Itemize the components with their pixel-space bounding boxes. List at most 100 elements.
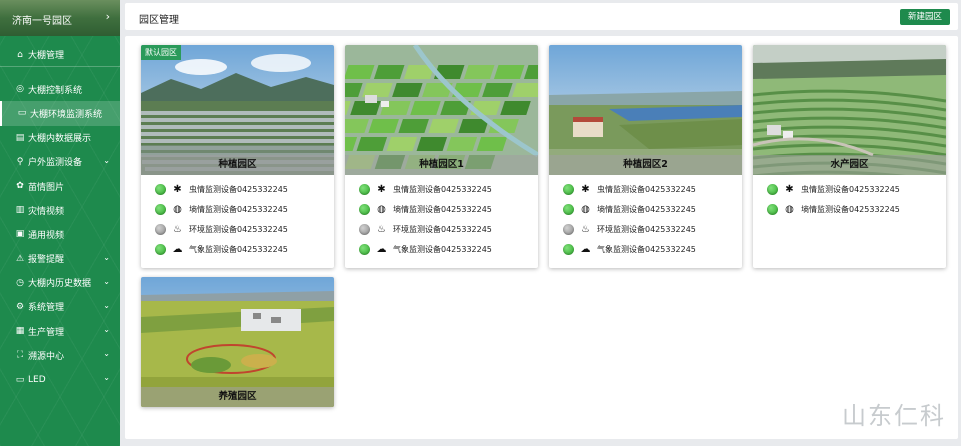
park-name: 种植园区1: [345, 155, 538, 175]
status-dot-icon: [563, 203, 574, 215]
bug-icon: ✱: [377, 183, 386, 195]
device-label: 虫情监测设备0425332245: [189, 184, 288, 194]
device-row[interactable]: ♨ 环境监测设备0425332245: [549, 219, 742, 239]
chevron-down-icon: ⌄: [103, 252, 110, 262]
device-row[interactable]: ✱ 虫情监测设备0425332245: [753, 179, 946, 199]
sidebar-item-label: 大棚环境监测系统: [30, 109, 103, 120]
status-dot-icon: [767, 183, 778, 195]
sidebar-menu: ⌂ 大棚管理 ◎ 大棚控制系统 ▭ 大棚环境监测系统 ▤ 大棚内数据展示 ⚲ 户外监测设备 ⌄ ✿ 苗情…: [0, 43, 120, 392]
device-row[interactable]: ✱ 虫情监测设备0425332245: [345, 179, 538, 199]
new-park-button[interactable]: 新建园区: [899, 9, 950, 25]
device-label: 墒情监测设备0425332245: [189, 204, 288, 214]
device-row[interactable]: ◍ 墒情监测设备0425332245: [345, 199, 538, 219]
video-icon: ▣: [15, 229, 25, 240]
device-label: 气象监测设备0425332245: [393, 244, 492, 254]
history-icon: ◷: [16, 277, 24, 288]
watermark: 山东仁科: [842, 402, 946, 430]
park-name: 种植园区2: [549, 155, 742, 175]
sidebar-item[interactable]: ◎ 大棚控制系统: [0, 77, 120, 101]
device-list: ✱ 虫情监测设备0425332245 ◍ 墒情监测设备0425332245: [753, 175, 946, 219]
sidebar-item[interactable]: ✿ 苗情图片: [0, 174, 120, 198]
seedling-icon: ✿: [16, 181, 24, 192]
device-row[interactable]: ✱ 虫情监测设备0425332245: [141, 179, 334, 199]
device-row[interactable]: ✱ 虫情监测设备0425332245: [549, 179, 742, 199]
weather-icon: ☁: [376, 243, 387, 255]
device-row[interactable]: ◍ 墒情监测设备0425332245: [141, 199, 334, 219]
chevron-down-icon: ⌄: [103, 300, 110, 310]
chevron-down-icon: ⌄: [103, 155, 110, 165]
chevron-down-icon: ⌄: [103, 325, 110, 335]
park-selector-label: 济南一号园区: [12, 16, 72, 27]
park-card[interactable]: 种植园区2 ✱ 虫情监测设备0425332245 ◍ 墒情监测设备0425332245 ♨…: [549, 45, 742, 268]
sidebar-item-label: 通用视频: [28, 230, 65, 241]
grid-icon: ▦: [15, 326, 25, 337]
sidebar-item[interactable]: ▦ 生产管理 ⌄: [0, 319, 120, 343]
sidebar-item[interactable]: ⌂ 大棚管理: [0, 43, 120, 68]
park-card[interactable]: 种植园区1 ✱ 虫情监测设备0425332245 ◍ 墒情监测设备0425332245 ♨…: [345, 45, 538, 268]
sidebar-item[interactable]: ▤ 大棚内数据展示: [0, 126, 120, 150]
weather-icon: ☁: [172, 243, 183, 255]
status-dot-icon: [155, 243, 166, 255]
sidebar-item[interactable]: ▥ 灾情视频: [0, 198, 120, 222]
sidebar-item[interactable]: ◷ 大棚内历史数据 ⌄: [0, 271, 120, 295]
settings-icon: ⚙: [15, 301, 25, 312]
park-selector[interactable]: 济南一号园区 ›: [0, 0, 120, 36]
sidebar-item-label: 报警提醒: [28, 255, 65, 266]
bug-icon: ✱: [173, 183, 182, 195]
device-label: 虫情监测设备0425332245: [597, 184, 696, 194]
outdoor-icon: ⚲: [16, 156, 24, 167]
device-row[interactable]: ☁ 气象监测设备0425332245: [549, 239, 742, 259]
park-photo: 种植园区 默认园区: [141, 45, 334, 175]
park-name: 水产园区: [753, 155, 946, 175]
device-list: ✱ 虫情监测设备0425332245 ◍ 墒情监测设备0425332245 ♨ 环境监测设…: [549, 175, 742, 259]
park-card[interactable]: 种植园区 默认园区 ✱ 虫情监测设备0425332245 ◍ 墒情监测设备04253322…: [141, 45, 334, 268]
sidebar-item[interactable]: ▭ LED ⌄: [0, 367, 120, 391]
device-row[interactable]: ◍ 墒情监测设备0425332245: [753, 199, 946, 219]
monitor-icon: ▭: [17, 108, 27, 119]
park-photo: 水产园区: [753, 45, 946, 175]
bug-icon: ✱: [581, 183, 590, 195]
sidebar-item[interactable]: ⚠ 报警提醒 ⌄: [0, 247, 120, 271]
sidebar-item[interactable]: ⛶ 溯源中心 ⌄: [0, 343, 120, 367]
device-row[interactable]: ☁ 气象监测设备0425332245: [141, 239, 334, 259]
sidebar-item-label: 苗情图片: [28, 182, 65, 193]
park-photo: 种植园区1: [345, 45, 538, 175]
device-row[interactable]: ☁ 气象监测设备0425332245: [345, 239, 538, 259]
sidebar-item-label: 户外监测设备: [28, 158, 83, 169]
device-label: 环境监测设备0425332245: [189, 224, 288, 234]
sidebar-item-label: 大棚控制系统: [28, 85, 83, 96]
trace-icon: ⛶: [16, 350, 24, 361]
park-card[interactable]: 养殖园区: [141, 277, 334, 407]
home-icon: ⌂: [17, 49, 23, 60]
device-row[interactable]: ◍ 墒情监测设备0425332245: [549, 199, 742, 219]
device-label: 虫情监测设备0425332245: [393, 184, 492, 194]
sidebar-item[interactable]: ▣ 通用视频: [0, 222, 120, 246]
soil-icon: ◍: [173, 203, 182, 215]
sidebar-item-label: 生产管理: [28, 327, 65, 338]
device-label: 环境监测设备0425332245: [597, 224, 696, 234]
status-dot-icon: [155, 223, 166, 235]
sidebar-item[interactable]: ⚲ 户外监测设备 ⌄: [0, 150, 120, 174]
chevron-right-icon: ›: [105, 10, 110, 23]
device-label: 气象监测设备0425332245: [189, 244, 288, 254]
alarm-icon: ⚠: [15, 253, 25, 264]
weather-icon: ☁: [580, 243, 591, 255]
status-dot-icon: [359, 203, 370, 215]
soil-icon: ◍: [581, 203, 590, 215]
park-card[interactable]: 水产园区 ✱ 虫情监测设备0425332245 ◍ 墒情监测设备0425332245: [753, 45, 946, 268]
device-row[interactable]: ♨ 环境监测设备0425332245: [345, 219, 538, 239]
status-dot-icon: [155, 183, 166, 195]
device-label: 墒情监测设备0425332245: [801, 204, 900, 214]
chevron-down-icon: ⌄: [103, 373, 110, 383]
status-dot-icon: [563, 223, 574, 235]
led-icon: ▭: [15, 374, 25, 385]
device-row[interactable]: ♨ 环境监测设备0425332245: [141, 219, 334, 239]
bug-icon: ✱: [785, 183, 794, 195]
sidebar-item[interactable]: ⚙ 系统管理 ⌄: [0, 295, 120, 319]
soil-icon: ◍: [377, 203, 386, 215]
park-photo: 种植园区2: [549, 45, 742, 175]
sidebar-item-label: 大棚内数据展示: [28, 134, 92, 145]
park-grid: 山东仁科 种植园区 默认园区 ✱ 虫情监测设备0425332245 ◍ 墒情监测设备042…: [125, 36, 958, 439]
sidebar-item[interactable]: ▭ 大棚环境监测系统: [0, 101, 120, 126]
sidebar-item-label: LED: [28, 374, 46, 385]
